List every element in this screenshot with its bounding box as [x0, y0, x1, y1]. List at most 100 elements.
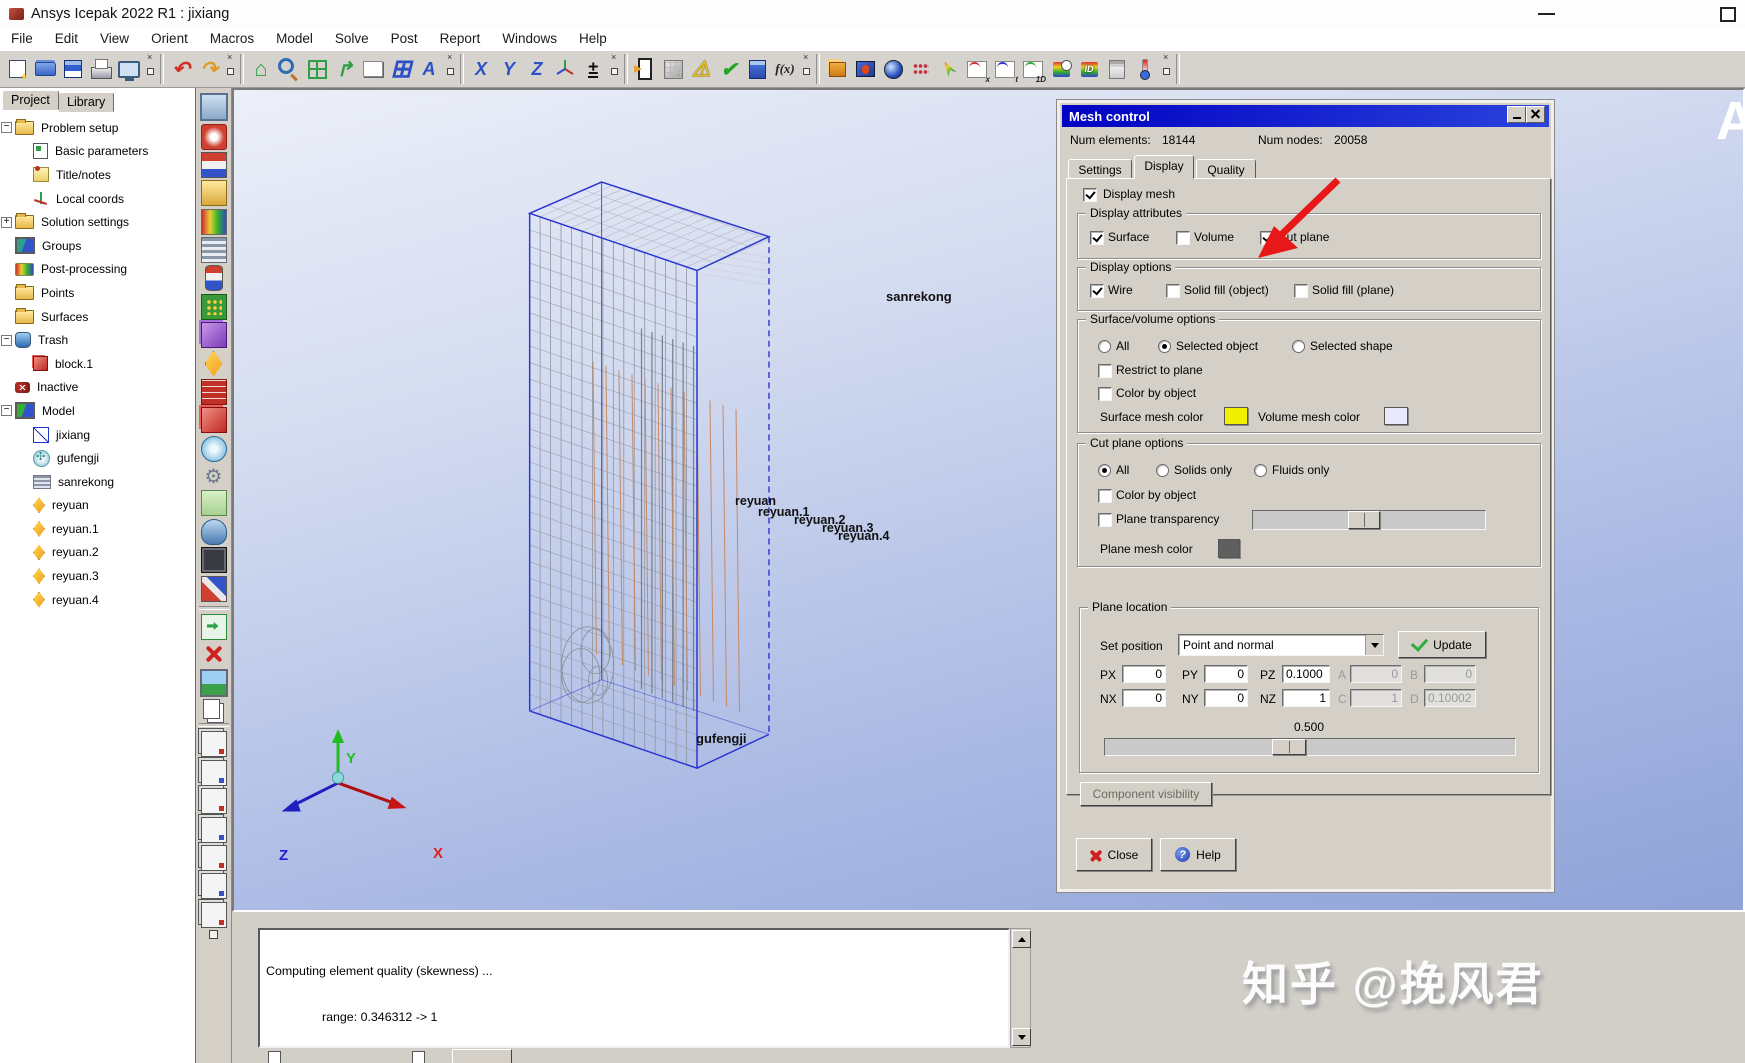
- probe-point-icon[interactable]: [936, 56, 962, 83]
- dialog-close-icon[interactable]: [1526, 106, 1545, 123]
- tree-item-groups[interactable]: Groups: [0, 234, 195, 258]
- dropdown-arrow-icon[interactable]: [1365, 635, 1383, 655]
- collapse-icon[interactable]: [1, 405, 12, 417]
- vertex-align-icon[interactable]: [200, 788, 227, 815]
- new-project-icon[interactable]: [4, 56, 30, 83]
- tree-item-gufengji[interactable]: gufengji: [0, 446, 195, 470]
- plate-icon[interactable]: [200, 490, 227, 517]
- plot-1d-icon[interactable]: 1D: [1020, 56, 1046, 84]
- center-align-icon[interactable]: [200, 816, 227, 843]
- bottom-option-checkbox[interactable]: [268, 1051, 281, 1063]
- tree-item-reyuan2[interactable]: reyuan.2: [0, 541, 195, 565]
- solids-only-radio[interactable]: [1156, 464, 1169, 477]
- save-project-icon[interactable]: [60, 56, 86, 83]
- toolbar-grip-icon[interactable]: [145, 52, 155, 83]
- tree-item-jixiang[interactable]: jixiang: [0, 423, 195, 447]
- plane-position-slider-thumb[interactable]: [1272, 739, 1306, 755]
- tab-library[interactable]: Library: [58, 92, 115, 112]
- tree-item-post-processing[interactable]: Post-processing: [0, 258, 195, 282]
- tree-item-reyuan1[interactable]: reyuan.1: [0, 517, 195, 541]
- undo-icon[interactable]: [168, 56, 194, 83]
- sv-all-radio[interactable]: [1098, 340, 1111, 353]
- menu-edit[interactable]: Edit: [44, 29, 89, 48]
- tree-item-solution-settings[interactable]: Solution settings: [0, 210, 195, 234]
- temperature-report-icon[interactable]: [1132, 56, 1158, 83]
- tree-item-model[interactable]: Model: [0, 399, 195, 423]
- heat-exchanger-icon[interactable]: [200, 123, 227, 150]
- surface-checkbox[interactable]: [1090, 231, 1104, 245]
- menu-solve[interactable]: Solve: [324, 29, 380, 48]
- object-id-post-icon[interactable]: ID: [1076, 56, 1102, 83]
- block-icon[interactable]: [200, 407, 227, 434]
- materials-icon[interactable]: [200, 151, 227, 178]
- object-face-icon[interactable]: [824, 56, 850, 83]
- plot-time-icon[interactable]: t: [992, 56, 1018, 84]
- check-problems-icon[interactable]: [688, 56, 714, 83]
- tab-display[interactable]: Display: [1134, 155, 1194, 179]
- blower-icon[interactable]: [202, 464, 226, 488]
- tab-settings[interactable]: Settings: [1068, 159, 1132, 179]
- particle-traces-icon[interactable]: [908, 56, 934, 83]
- enclosure-icon[interactable]: [200, 322, 227, 349]
- tree-item-points[interactable]: Points: [0, 281, 195, 305]
- plane-transparency-checkbox[interactable]: [1098, 513, 1112, 527]
- scale-to-fit-icon[interactable]: [304, 56, 330, 83]
- snapshot-icon[interactable]: [199, 668, 228, 697]
- menu-orient[interactable]: Orient: [140, 29, 199, 48]
- help-button[interactable]: ? Help: [1160, 838, 1236, 871]
- menu-model[interactable]: Model: [265, 29, 324, 48]
- package-icon[interactable]: [200, 547, 227, 574]
- summary-report-icon[interactable]: [1104, 56, 1130, 83]
- menu-macros[interactable]: Macros: [199, 29, 265, 48]
- selected-object-radio[interactable]: [1158, 340, 1171, 353]
- tree-item-inactive[interactable]: Inactive: [0, 376, 195, 400]
- match-vertices-icon[interactable]: [200, 901, 227, 928]
- clear-view-icon[interactable]: [360, 56, 386, 83]
- bottom-partial-button[interactable]: [452, 1049, 512, 1063]
- pcb-icon[interactable]: [200, 293, 227, 320]
- scroll-down-icon[interactable]: [1012, 1028, 1031, 1046]
- tree-item-reyuan3[interactable]: reyuan.3: [0, 564, 195, 588]
- plane-cut-icon[interactable]: [852, 56, 878, 83]
- toolbar-grip-icon[interactable]: [445, 52, 455, 83]
- tree-item-block1[interactable]: block.1: [0, 352, 195, 376]
- close-button[interactable]: Close: [1076, 838, 1152, 871]
- fan-icon[interactable]: [200, 435, 227, 462]
- menu-report[interactable]: Report: [429, 29, 492, 48]
- wire-checkbox[interactable]: [1090, 284, 1104, 298]
- selected-shape-radio[interactable]: [1292, 340, 1305, 353]
- network-icon[interactable]: [200, 575, 227, 602]
- bottom-option-checkbox[interactable]: [412, 1051, 425, 1063]
- collapse-icon[interactable]: [1, 334, 12, 346]
- match-edges-icon[interactable]: [200, 873, 227, 900]
- import-object-icon[interactable]: [200, 613, 227, 640]
- nx-field[interactable]: [1122, 689, 1166, 707]
- display-mesh-checkbox[interactable]: [1083, 188, 1097, 202]
- minimize-window-icon[interactable]: [1538, 13, 1555, 15]
- toolbar-grip-icon[interactable]: [801, 52, 811, 83]
- collapse-icon[interactable]: [1, 122, 12, 134]
- copy-object-icon[interactable]: [203, 699, 220, 720]
- transparency-slider-thumb[interactable]: [1348, 511, 1380, 529]
- tree-item-basic-parameters[interactable]: Basic parameters: [0, 140, 195, 164]
- y-axis-view-icon[interactable]: Y: [496, 56, 522, 83]
- toolbar-grip-icon[interactable]: [1161, 52, 1171, 83]
- pz-field[interactable]: [1282, 665, 1330, 683]
- set-position-dropdown[interactable]: Point and normal: [1178, 634, 1384, 656]
- toolbar-grip-icon[interactable]: [609, 52, 619, 83]
- tree-item-local-coords[interactable]: Local coords: [0, 187, 195, 211]
- generate-mesh-icon[interactable]: [660, 56, 686, 83]
- ny-field[interactable]: [1204, 689, 1248, 707]
- transient-post-icon[interactable]: [1048, 56, 1074, 83]
- redo-icon[interactable]: [196, 56, 222, 83]
- grille-icon[interactable]: [200, 237, 227, 264]
- solid-fill-plane-checkbox[interactable]: [1294, 284, 1308, 298]
- edge-align-icon[interactable]: [200, 759, 227, 786]
- tree-item-title-notes[interactable]: Title/notes: [0, 163, 195, 187]
- volume-checkbox[interactable]: [1176, 231, 1190, 245]
- scale-model-icon[interactable]: [580, 56, 606, 83]
- delete-object-icon[interactable]: [202, 642, 226, 666]
- text-annotation-icon[interactable]: A: [416, 56, 442, 83]
- print-icon[interactable]: [88, 56, 114, 83]
- plane-mesh-color-swatch[interactable]: [1218, 539, 1240, 558]
